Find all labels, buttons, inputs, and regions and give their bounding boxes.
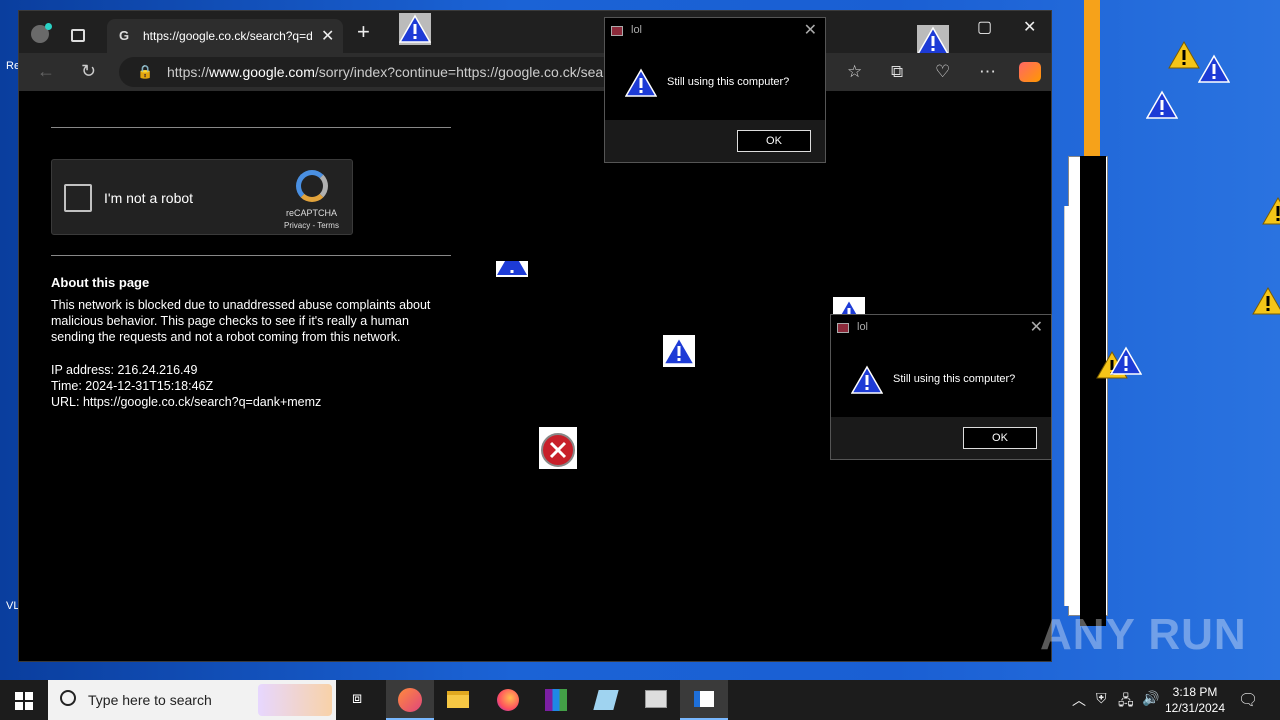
google-favicon-icon: G (119, 28, 130, 43)
clock[interactable]: 3:18 PM 12/31/2024 (1160, 684, 1230, 716)
recaptcha-brand: reCAPTCHA (286, 208, 338, 218)
profile-status-icon (45, 23, 52, 30)
taskbar-winrar[interactable] (532, 680, 580, 720)
dialog-app-icon (611, 26, 623, 36)
blue-warning-icon (399, 13, 431, 45)
volume-icon[interactable]: 🔊 (1142, 690, 1159, 707)
folder-icon (447, 691, 469, 708)
dialog-message: Still using this computer? (893, 373, 1016, 385)
error-icon (539, 427, 577, 469)
about-text: This network is blocked due to unaddress… (51, 298, 431, 344)
browser-essentials-icon[interactable]: ♡ (935, 62, 950, 82)
blue-warning-icon (625, 68, 657, 97)
taskbar-file-explorer[interactable] (434, 680, 482, 720)
start-button[interactable] (0, 680, 48, 720)
about-title: About this page (51, 275, 150, 290)
recaptcha-widget: I'm not a robot reCAPTCHA Privacy - Term… (51, 159, 353, 235)
close-window-icon[interactable]: ✕ (1023, 17, 1036, 37)
recaptcha-checkbox[interactable] (64, 184, 92, 212)
message-dialog: lol ✕ Still using this computer? OK (604, 17, 826, 163)
back-icon[interactable]: ← (37, 61, 55, 82)
dialog-close-icon[interactable]: ✕ (1030, 317, 1043, 337)
recaptcha-logo-icon (296, 170, 328, 202)
address-bar[interactable]: 🔒 https://www.google.com/sorry/index?con… (119, 57, 619, 87)
edge-icon (398, 688, 422, 712)
notifications-icon[interactable]: 🗨 (1238, 690, 1258, 710)
ok-button[interactable]: OK (737, 130, 811, 152)
maximize-icon[interactable]: ▢ (977, 17, 992, 37)
tab-strip: G https://google.co.ck/search?q=d ✕ + ▢ … (19, 11, 1051, 57)
task-view-button[interactable]: ⧈ (338, 680, 386, 720)
taskbar: Type here to search ⧈ ︿ ⛨ 🖧 🔊 3:18 PM 12… (0, 680, 1280, 720)
divider (51, 255, 451, 256)
lock-icon: 🔒 (137, 64, 154, 79)
blue-warning-icon (1110, 346, 1142, 375)
blue-warning-icon (496, 261, 528, 277)
timestamp: Time: 2024-12-31T15:18:46Z (51, 379, 214, 393)
tray-security-icon[interactable]: ⛨ (1096, 690, 1107, 707)
taskbar-firefox[interactable] (484, 680, 532, 720)
browser-toolbar: ← ↻ 🔒 https://www.google.com/sorry/index… (19, 53, 1051, 91)
windows-logo-icon (15, 692, 33, 710)
taskbar-edge[interactable] (386, 680, 434, 720)
ok-button[interactable]: OK (963, 427, 1037, 449)
favorites-star-icon[interactable]: ☆ (847, 62, 862, 82)
network-icon[interactable]: 🖧 (1118, 690, 1134, 714)
window-app-icon (645, 690, 667, 708)
desktop-window-fragment (1084, 0, 1100, 160)
warning-icon (1262, 196, 1280, 225)
ip-address: IP address: 216.24.216.49 (51, 363, 198, 377)
clock-date: 12/31/2024 (1164, 701, 1226, 715)
search-placeholder: Type here to search (88, 692, 212, 708)
new-tab-icon[interactable]: + (357, 21, 370, 43)
search-highlight-image (258, 684, 332, 716)
message-dialog: lol ✕ Still using this computer? OK (830, 314, 1052, 460)
firefox-icon (497, 689, 519, 711)
blue-warning-icon (1198, 54, 1230, 83)
blue-warning-icon (851, 365, 883, 394)
dialog-footer: OK (831, 417, 1051, 459)
winrar-icon (545, 689, 567, 711)
notepad-icon (593, 690, 619, 710)
recaptcha-label: I'm not a robot (104, 190, 194, 206)
search-icon (60, 690, 76, 706)
clock-time: 3:18 PM (1172, 685, 1218, 699)
warning-icon (1252, 286, 1280, 315)
taskbar-app[interactable] (632, 680, 680, 720)
dialog-app-icon (837, 323, 849, 333)
dialog-footer: OK (605, 120, 825, 162)
tab-title: https://google.co.ck/search?q=d (143, 29, 313, 43)
dialog-app-icon (694, 691, 714, 707)
tab-close-icon[interactable]: ✕ (321, 26, 334, 46)
copilot-icon[interactable] (1019, 62, 1041, 82)
address-url: https://www.google.com/sorry/index?conti… (167, 64, 607, 80)
refresh-icon[interactable]: ↻ (81, 61, 96, 82)
blocked-url: URL: https://google.co.ck/search?q=dank+… (51, 395, 322, 409)
tab-google-search[interactable]: G https://google.co.ck/search?q=d ✕ (107, 19, 343, 53)
recaptcha-privacy-terms-link[interactable]: Privacy - Terms (284, 221, 339, 230)
background-window-edge (1080, 156, 1106, 626)
warning-icon (1168, 40, 1200, 69)
blue-warning-icon (1146, 90, 1178, 119)
dialog-close-icon[interactable]: ✕ (804, 20, 817, 40)
collections-icon[interactable]: ⧉ (891, 62, 903, 82)
dialog-title: lol (857, 321, 869, 333)
taskbar-app-active[interactable] (680, 680, 728, 720)
tab-actions-icon[interactable] (71, 29, 85, 42)
tray-chevron-icon[interactable]: ︿ (1072, 690, 1086, 710)
dialog-title: lol (631, 24, 643, 36)
anyrun-watermark: ANY RUN (1040, 610, 1247, 659)
divider (51, 127, 451, 128)
taskbar-app[interactable] (582, 680, 630, 720)
taskbar-search[interactable]: Type here to search (48, 680, 336, 720)
blue-warning-icon (663, 335, 695, 367)
dialog-message: Still using this computer? (667, 76, 790, 88)
task-view-icon: ⧈ (352, 690, 363, 707)
more-menu-icon[interactable]: ⋯ (979, 62, 996, 82)
